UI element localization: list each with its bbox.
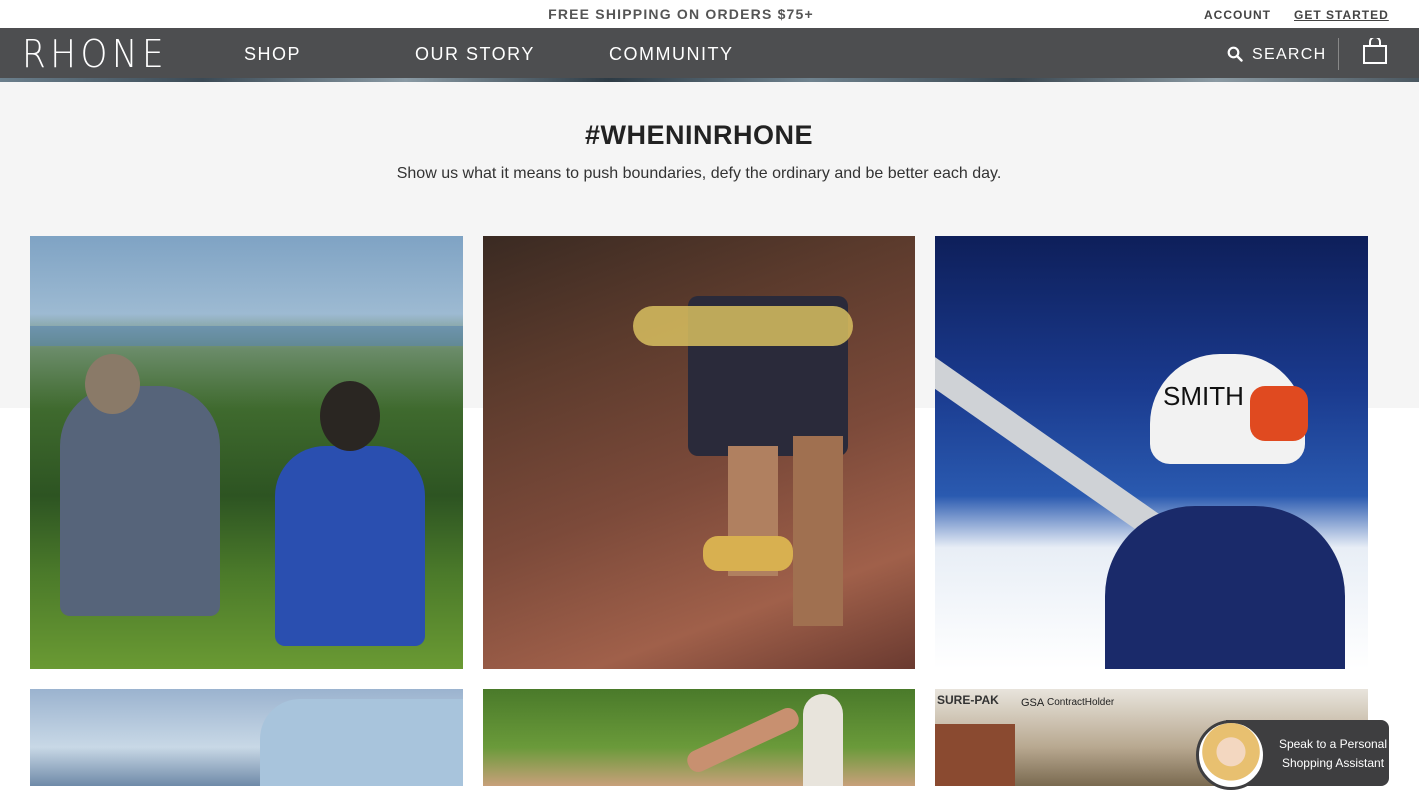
surfboard xyxy=(803,694,843,786)
community-photo-5[interactable] xyxy=(483,689,915,786)
skier-body xyxy=(1105,506,1345,669)
nav-community[interactable]: COMMUNITY xyxy=(609,44,734,65)
skis xyxy=(935,348,1169,542)
climbing-shoe xyxy=(703,536,793,571)
page-title: #WHENINRHONE xyxy=(584,120,813,150)
person-left xyxy=(60,386,220,616)
person-left-head xyxy=(85,354,140,414)
chat-label: Speak to a Personal Shopping Assistant xyxy=(1278,737,1388,770)
page-subtitle: Show us what it means to push boundaries… xyxy=(396,165,1002,182)
account-link[interactable]: ACCOUNT xyxy=(1204,8,1271,22)
community-photo-3[interactable]: SMITH xyxy=(935,236,1368,669)
get-started-link[interactable]: GET STARTED xyxy=(1294,8,1389,22)
cart-button[interactable] xyxy=(1362,36,1388,71)
person-right xyxy=(275,446,425,646)
goggles xyxy=(1250,386,1308,441)
shopping-bag-icon xyxy=(1363,36,1387,64)
harness xyxy=(633,306,853,346)
ocean-horizon xyxy=(30,326,463,346)
free-shipping-message: FREE SHIPPING ON ORDERS $75+ xyxy=(548,6,814,22)
sign-gsa-text: GSA xyxy=(1021,697,1045,709)
main-navigation: RHONE SHOP OUR STORY COMMUNITY SEARCH xyxy=(0,28,1419,82)
sign-top-text: SURE-PAK xyxy=(937,693,999,707)
nav-divider xyxy=(1338,38,1339,70)
search-icon xyxy=(1227,46,1243,62)
community-photo-2[interactable] xyxy=(483,236,915,669)
rhone-logo[interactable]: RHONE xyxy=(22,32,168,76)
nav-our-story[interactable]: OUR STORY xyxy=(415,44,535,65)
community-photo-4[interactable] xyxy=(30,689,463,786)
building-wall xyxy=(935,724,1015,786)
ice-wall xyxy=(260,699,463,786)
helmet-brand-text: SMITH xyxy=(1163,381,1244,411)
search-label: SEARCH xyxy=(1252,46,1327,63)
shopping-assistant-chat[interactable]: Speak to a Personal Shopping Assistant xyxy=(1196,720,1389,790)
announcement-bar: FREE SHIPPING ON ORDERS $75+ ACCOUNT GET… xyxy=(0,0,1419,28)
community-photo-1[interactable] xyxy=(30,236,463,669)
nav-shop[interactable]: SHOP xyxy=(244,44,301,65)
assistant-avatar xyxy=(1196,720,1266,790)
leg-right xyxy=(793,436,843,626)
person-right-head xyxy=(320,381,380,451)
arm xyxy=(683,704,803,776)
sign-holder-text: ContractHolder xyxy=(1047,697,1115,708)
